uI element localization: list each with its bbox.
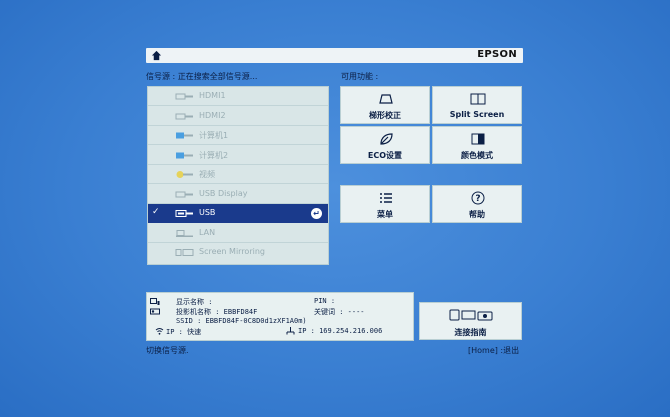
source-item-hdmi2[interactable]: HDMI2 [148, 107, 328, 126]
wifi-icon [155, 328, 164, 335]
hdmi-icon [175, 113, 193, 119]
footer-hint: 切换信号源. [146, 346, 189, 355]
screen-mirroring-icon [175, 249, 194, 256]
check-icon: ✓ [152, 207, 160, 217]
source-item-hdmi1[interactable]: HDMI1 [148, 87, 328, 106]
svg-text:?: ? [475, 194, 480, 204]
home-icon [151, 50, 162, 61]
menu-icon [380, 193, 392, 203]
projector-icon [150, 308, 160, 315]
source-item-usb[interactable]: ✓ USB ↵ [148, 204, 328, 223]
color-mode-button[interactable]: 颜色模式 [432, 126, 522, 164]
eco-icon [380, 133, 393, 145]
usb-display-icon [175, 191, 193, 197]
vga-icon [176, 132, 193, 139]
help-icon: ? [471, 191, 485, 205]
network-info-panel: 显示名称 : PIN : 投影机名称 : EBBFD84F 关键词 : ----… [146, 292, 414, 341]
video-icon [176, 171, 193, 178]
brand-logo: EPSON [477, 49, 517, 60]
usb-icon [175, 210, 193, 217]
source-list: HDMI1 HDMI2 计算机1 计算机2 视频 USB Display ✓ U… [147, 86, 329, 265]
help-button[interactable]: ? 帮助 [432, 185, 522, 223]
ssid-label: SSID : EBBFD84F-0C8D0d1zXF1A0m) [176, 317, 307, 325]
projector-name: 投影机名称 : EBBFD84F [176, 308, 258, 316]
keyword-label: 关键词 : ---- [314, 308, 365, 316]
split-screen-button[interactable]: Split Screen [432, 86, 522, 124]
connection-guide-button[interactable]: 连接指南 [419, 302, 522, 340]
ip-wireless: IP : 快速 [166, 328, 202, 336]
menu-button[interactable]: 菜单 [340, 185, 430, 223]
enter-icon[interactable]: ↵ [311, 208, 322, 219]
footer-exit-hint: [Home] :退出 [468, 346, 520, 355]
source-item-screen-mirroring[interactable]: Screen Mirroring [148, 243, 328, 262]
color-mode-icon [471, 133, 485, 145]
source-item-video[interactable]: 视频 [148, 165, 328, 184]
wired-lan-icon [286, 327, 295, 335]
keystone-icon [379, 94, 393, 104]
lan-icon [176, 229, 193, 237]
vga-icon [176, 152, 193, 158]
ip-wired: IP : 169.254.216.006 [298, 327, 383, 335]
source-item-computer2[interactable]: 计算机2 [148, 146, 328, 165]
pin-label: PIN : [314, 297, 336, 305]
connection-guide-icon [449, 309, 493, 321]
eco-button[interactable]: ECO设置 [340, 126, 430, 164]
split-screen-icon [470, 93, 486, 105]
source-item-usb-display[interactable]: USB Display [148, 185, 328, 204]
display-icon [150, 298, 160, 305]
source-item-computer1[interactable]: 计算机1 [148, 126, 328, 145]
features-header: 可用功能 : [341, 72, 379, 81]
source-item-lan[interactable]: LAN [148, 224, 328, 243]
keystone-button[interactable]: 梯形校正 [340, 86, 430, 124]
source-header: 信号源 : 正在搜索全部信号源... [146, 72, 258, 81]
hdmi-icon [175, 93, 193, 100]
display-name: 显示名称 : [176, 298, 213, 306]
header-bar: EPSON [146, 48, 523, 63]
